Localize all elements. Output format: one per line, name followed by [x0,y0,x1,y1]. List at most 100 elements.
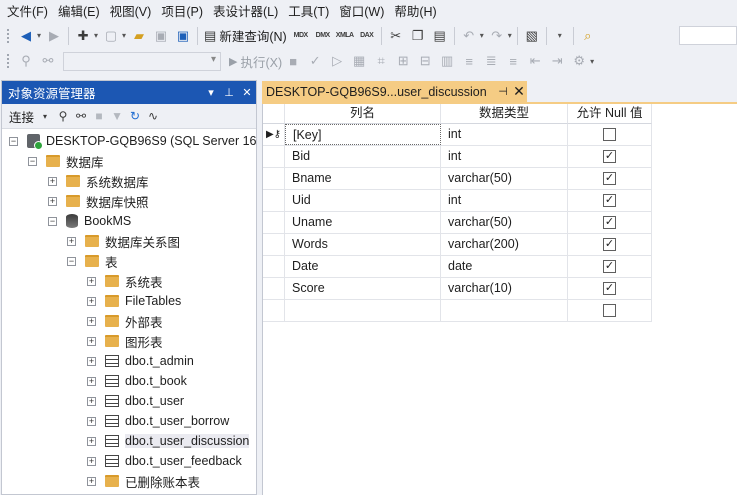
tree-node[interactable]: + 数据库关系图 [67,231,180,251]
add-item-icon[interactable]: ▢ [101,26,121,46]
collapse-icon[interactable]: − [48,216,57,226]
data-type-cell[interactable] [441,300,568,321]
filter-icon[interactable]: ▼ [108,109,126,123]
tree-node[interactable]: + 图形表 [87,331,163,351]
data-type-cell[interactable]: varchar(200) [441,234,568,255]
specify-values-icon[interactable]: ⚙ [569,51,589,71]
plan-icon[interactable]: ⌗ [371,51,391,71]
results-grid-icon[interactable]: ▦ [349,51,369,71]
data-type-cell[interactable]: int [441,124,568,145]
collapse-icon[interactable]: − [9,136,18,146]
tree-node[interactable]: − BookMS [48,211,131,231]
expand-icon[interactable]: + [87,416,96,426]
activity-monitor-icon[interactable]: ∿ [144,109,162,123]
allow-null-checkbox[interactable]: ✓ [603,260,616,273]
toolbar-grip[interactable] [6,27,10,44]
close-icon[interactable]: ✕ [238,86,256,99]
data-type-cell[interactable]: varchar(50) [441,168,568,189]
connect-icon[interactable]: ⚲ [16,51,36,71]
column-name-cell[interactable]: Bname [285,168,441,189]
data-type-cell[interactable]: int [441,190,568,211]
change-connection-icon[interactable]: ⚯ [38,51,58,71]
undo-icon[interactable]: ↶ [459,26,479,46]
menu-item[interactable]: 视图(V) [109,1,161,20]
allow-null-checkbox[interactable]: ✓ [603,150,616,163]
copy-icon[interactable]: ❐ [408,26,428,46]
database-selector[interactable] [63,51,221,71]
refresh-icon[interactable]: ↻ [126,109,144,123]
column-name-cell[interactable]: Date [285,256,441,277]
row-selector[interactable] [263,300,285,321]
data-type-cell[interactable]: int [441,146,568,167]
menu-item[interactable]: 编辑(E) [57,1,109,20]
tree-node[interactable]: − DESKTOP-GQB96S9 (SQL Server 16 [9,131,256,151]
save-all-icon[interactable]: ▣ [173,26,193,46]
allow-null-checkbox[interactable]: ✓ [603,216,616,229]
tree-node[interactable]: + FileTables [87,291,181,311]
allow-null-checkbox[interactable]: ✓ [603,282,616,295]
table-row[interactable]: Date date ✓ [263,256,652,278]
column-name-cell[interactable]: Words [285,234,441,255]
paste-icon[interactable]: ▤ [430,26,450,46]
tree-node[interactable]: + 系统表 [87,271,163,291]
allow-null-checkbox[interactable] [603,128,616,141]
table-row[interactable]: ▶⚷ [Key] int [263,124,652,146]
row-selector[interactable] [263,168,285,189]
allow-null-checkbox[interactable]: ✓ [603,172,616,185]
query-options-icon[interactable]: ⊞ [393,51,413,71]
column-name-cell[interactable] [285,300,441,321]
column-name-header[interactable]: 列名 [285,104,441,124]
parse-icon[interactable]: ✓ [305,51,325,71]
table-row[interactable]: Score varchar(10) ✓ [263,278,652,300]
allow-null-checkbox[interactable]: ✓ [603,194,616,207]
column-name-cell[interactable]: [Key] [285,124,441,145]
collapse-icon[interactable]: − [28,156,37,166]
menu-item[interactable]: 帮助(H) [393,1,445,20]
row-selector[interactable] [263,234,285,255]
comment-icon[interactable]: ≣ [481,51,501,71]
connect-button[interactable]: 连接 [9,107,34,126]
allow-null-checkbox[interactable] [603,304,616,317]
row-selector[interactable] [263,146,285,167]
solution-config-dropdown-icon[interactable]: ▾ [558,31,562,40]
tree-node[interactable]: + dbo.t_book [87,371,187,391]
include-plan-icon[interactable]: ⊟ [415,51,435,71]
stop-icon[interactable]: ■ [283,51,303,71]
menu-item[interactable]: 工具(T) [287,1,338,20]
expand-icon[interactable]: + [87,296,96,306]
dmx-query-icon[interactable]: DMX [313,26,333,46]
execute-button[interactable]: ▶ 执行(X) [229,52,282,71]
debug-icon[interactable]: ▷ [327,51,347,71]
tree-node[interactable]: + 已删除账本表 [87,471,200,491]
tree-node[interactable]: − 数据库 [28,151,104,171]
expand-icon[interactable]: + [87,336,96,346]
cut-icon[interactable]: ✂ [386,26,406,46]
new-project-icon[interactable]: ✚ [73,26,93,46]
outdent-icon[interactable]: ⇤ [525,51,545,71]
stop-icon[interactable]: ■ [90,109,108,123]
row-selector[interactable] [263,212,285,233]
pin-icon[interactable]: ⊥ [220,86,238,99]
document-tab[interactable]: DESKTOP-GQB96S9...user_discussion ⊣ ✕ [262,81,527,102]
row-selector[interactable]: ▶⚷ [263,124,285,145]
uncomment-icon[interactable]: ≡ [503,51,523,71]
data-type-header[interactable]: 数据类型 [441,104,568,124]
tree-node[interactable]: − 表 [67,251,118,271]
disconnect-icon[interactable]: ⚯ [72,109,90,123]
close-tab-icon[interactable]: ✕ [511,83,527,100]
tree-node[interactable]: + 数据库快照 [48,191,149,211]
statistics-icon[interactable]: ▥ [437,51,457,71]
expand-icon[interactable]: + [48,196,57,206]
column-name-cell[interactable]: Uname [285,212,441,233]
back-icon[interactable]: ◀ [16,26,36,46]
data-type-cell[interactable]: date [441,256,568,277]
results-text-icon[interactable]: ≡ [459,51,479,71]
column-name-cell[interactable]: Score [285,278,441,299]
column-name-cell[interactable]: Uid [285,190,441,211]
table-row[interactable]: Bname varchar(50) ✓ [263,168,652,190]
tree-node[interactable]: + 外部表 [87,311,163,331]
table-row[interactable]: Bid int ✓ [263,146,652,168]
activity-monitor-icon[interactable]: ▧ [522,26,542,46]
table-row[interactable]: Uid int ✓ [263,190,652,212]
connect-dropdown-icon[interactable]: ▾ [36,112,54,121]
